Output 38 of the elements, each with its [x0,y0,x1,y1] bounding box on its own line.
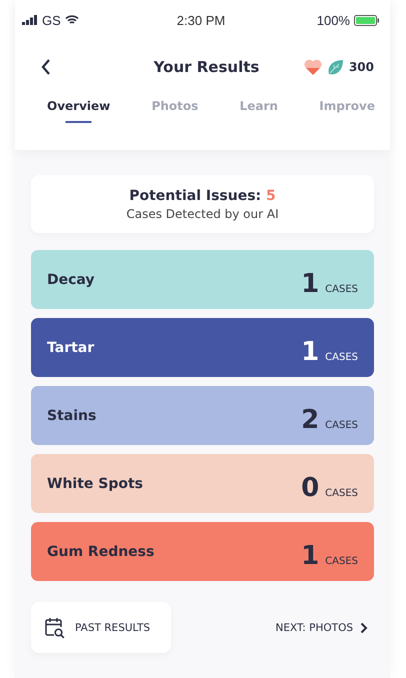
calendar-search-icon [45,616,65,638]
tab[interactable]: Overview [47,95,110,123]
issue-card[interactable]: Decay 1 CASES [31,250,374,309]
issue-name: White Spots [47,476,144,492]
signal-icon [22,15,38,25]
case-count: 1 [301,540,320,570]
case-count: 2 [301,404,320,434]
case-unit: CASES [325,352,358,362]
next-link[interactable]: NEXT: PHOTOS [276,622,368,634]
points-count: 300 [348,60,374,74]
case-count: 0 [301,472,320,502]
issue-card[interactable]: Tartar 1 CASES [31,318,374,377]
issue-name: Decay [47,272,95,288]
issue-card[interactable]: Gum Redness 1 CASES [31,522,374,581]
status-time: 2:30 PM [176,12,226,28]
issue-card[interactable]: White Spots 0 CASES [31,454,374,513]
case-count: 1 [301,268,320,298]
case-unit: CASES [325,284,358,294]
summary-subtitle: Cases Detected by our AI [126,206,279,220]
chevron-right-icon [360,622,368,634]
issue-name: Tartar [47,340,94,356]
issue-card[interactable]: Stains 2 CASES [31,386,374,445]
battery-icon [354,14,380,26]
case-unit: CASES [325,420,358,430]
leaf-icon [326,58,344,76]
wifi-icon [64,15,79,25]
back-button[interactable] [39,57,53,77]
case-unit: CASES [325,488,358,498]
summary-title: Potential Issues: 5 [129,188,276,204]
case-unit: CASES [325,556,358,566]
past-results-button[interactable]: PAST RESULTS [31,602,171,653]
case-count: 1 [301,336,320,366]
battery-percent: 100% [316,12,350,28]
issue-name: Stains [47,408,96,424]
issue-name: Gum Redness [47,544,154,560]
heart-icon [304,59,322,75]
page-title: Your Results [154,58,260,76]
carrier-name: GS [42,12,61,28]
